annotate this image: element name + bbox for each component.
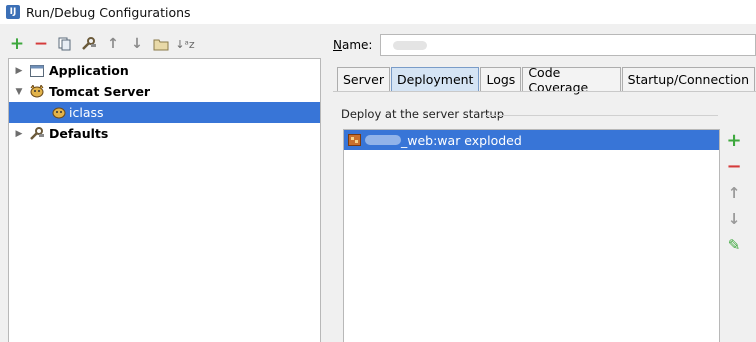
tree-item-tomcat-server[interactable]: ▼ Tomcat Server <box>9 81 320 102</box>
remove-artifact-button[interactable]: − <box>725 158 743 176</box>
window-title: Run/Debug Configurations <box>26 4 191 20</box>
config-toolbar: + − ↑ ↓ ↓ᵃz <box>8 34 195 54</box>
application-icon <box>29 64 45 78</box>
artifact-list[interactable]: _web:war exploded <box>343 129 720 342</box>
folder-button[interactable] <box>152 35 170 53</box>
collapse-arrow-icon[interactable]: ▼ <box>13 87 25 97</box>
add-config-button[interactable]: + <box>8 35 26 53</box>
tab-code-coverage[interactable]: Code Coverage <box>522 65 621 95</box>
expand-arrow-icon[interactable]: ▶ <box>13 66 25 76</box>
tree-item-label: iclass <box>69 105 104 120</box>
redacted-name <box>393 41 427 50</box>
deployment-panel: Deploy at the server startup _web:war ex… <box>333 91 756 342</box>
redacted-artifact-prefix <box>365 135 401 145</box>
tab-logs[interactable]: Logs <box>480 67 522 91</box>
wrench-icon <box>82 37 96 50</box>
tree-item-application[interactable]: ▶ Application <box>9 60 320 81</box>
sort-button[interactable]: ↓ᵃz <box>175 35 194 53</box>
tab-startup-connection[interactable]: Startup/Connection <box>621 67 755 91</box>
copy-icon <box>58 37 71 51</box>
intellij-logo-icon: IJ <box>6 5 20 19</box>
artifact-row[interactable]: _web:war exploded <box>344 130 719 150</box>
artifact-toolbar: + − ↑ ↓ ✎ <box>724 132 744 254</box>
tree-item-label: Application <box>49 63 129 78</box>
edit-defaults-button[interactable] <box>80 35 98 53</box>
defaults-wrench-icon <box>29 126 45 141</box>
move-artifact-up-button[interactable]: ↑ <box>725 184 743 202</box>
group-divider <box>485 115 718 116</box>
configuration-tree: ▶ Application ▼ Tomcat Server iclass ▶ D… <box>8 58 321 342</box>
title-bar: IJ Run/Debug Configurations <box>0 0 756 24</box>
tab-server[interactable]: Server <box>337 67 390 91</box>
add-artifact-button[interactable]: + <box>725 132 743 150</box>
tab-deployment[interactable]: Deployment <box>391 67 480 91</box>
tomcat-config-icon <box>51 106 67 120</box>
copy-config-button[interactable] <box>56 35 74 53</box>
deploy-group-caption: Deploy at the server startup <box>341 107 505 121</box>
name-label: Name: <box>333 38 372 52</box>
tomcat-icon <box>29 85 45 99</box>
folder-icon <box>153 39 169 50</box>
move-artifact-down-button[interactable]: ↓ <box>725 210 743 228</box>
config-tabs: Server Deployment Logs Code Coverage Sta… <box>337 65 756 95</box>
expand-arrow-icon[interactable]: ▶ <box>13 129 25 139</box>
move-up-button[interactable]: ↑ <box>104 35 122 53</box>
edit-artifact-button[interactable]: ✎ <box>725 236 743 254</box>
tree-item-label: Tomcat Server <box>49 84 151 99</box>
move-down-button[interactable]: ↓ <box>128 35 146 53</box>
name-label-rest: ame: <box>341 38 373 52</box>
war-artifact-icon <box>347 134 361 146</box>
name-mnemonic: N <box>333 38 342 52</box>
tree-item-defaults[interactable]: ▶ Defaults <box>9 123 320 144</box>
tree-item-iclass[interactable]: iclass <box>9 102 320 123</box>
remove-config-button[interactable]: − <box>32 35 50 53</box>
artifact-label: _web:war exploded <box>401 132 522 148</box>
tree-item-label: Defaults <box>49 126 109 141</box>
name-field[interactable] <box>380 34 756 56</box>
